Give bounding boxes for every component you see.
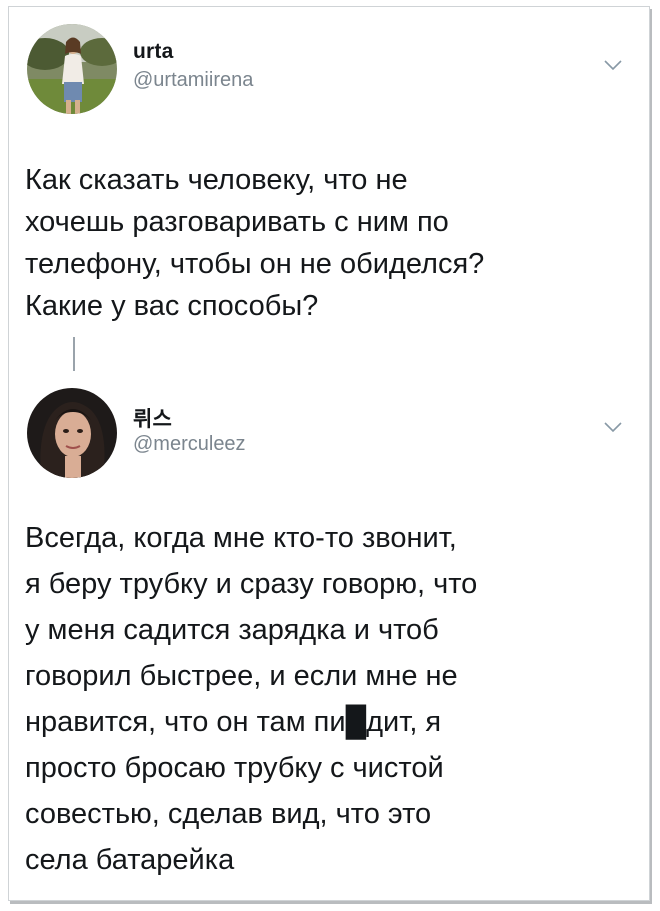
display-name[interactable]: urta <box>133 40 173 64</box>
tweet-reply: 뤼스 @merculeez Всегда, когда мне кто-то з… <box>9 369 649 899</box>
avatar-photo-portrait <box>27 388 117 478</box>
tweet-text: Всегда, когда мне кто-то звонит, я беру … <box>25 522 478 876</box>
chevron-down-icon[interactable] <box>603 421 623 433</box>
tweet-question: urta @urtamiirena Как сказать человеку, … <box>9 7 649 347</box>
user-handle[interactable]: @merculeez <box>133 433 246 456</box>
screenshot-frame: urta @urtamiirena Как сказать человеку, … <box>8 6 650 901</box>
tweet-text: Как сказать человеку, что не хочешь разг… <box>25 164 485 322</box>
thread-connector-line <box>73 337 75 371</box>
user-handle[interactable]: @urtamiirena <box>133 69 253 92</box>
chevron-down-icon[interactable] <box>603 59 623 71</box>
avatar-photo-park <box>27 24 117 114</box>
avatar[interactable] <box>27 388 117 478</box>
avatar[interactable] <box>27 24 117 114</box>
display-name[interactable]: 뤼스 <box>133 403 172 433</box>
